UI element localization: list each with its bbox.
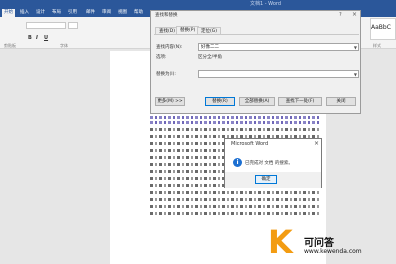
watermark-url: www.kewenda.com: [304, 248, 362, 255]
tab-mailings[interactable]: 邮件: [86, 9, 95, 17]
tab-view[interactable]: 视图: [118, 9, 127, 17]
find-next-button[interactable]: 查找下一处(F): [278, 97, 322, 106]
chevron-down-icon[interactable]: ▼: [354, 44, 357, 51]
document-text-line: [150, 198, 320, 201]
chevron-down-icon[interactable]: ▼: [354, 71, 357, 78]
tab-layout[interactable]: 布局: [52, 9, 61, 17]
document-text-line: [150, 128, 320, 131]
message-text: 已完成对 文档 的搜索。: [245, 161, 293, 166]
document-text-line: [150, 116, 320, 119]
watermark-logo-icon: K: [268, 223, 293, 261]
ok-button[interactable]: 确定: [255, 175, 277, 184]
close-icon[interactable]: ×: [314, 140, 319, 147]
watermark-name: 可问答: [304, 238, 334, 249]
message-box-title: Microsoft Word: [231, 141, 269, 147]
document-text-line: [150, 212, 320, 215]
close-button[interactable]: 关闭: [326, 97, 356, 106]
tab-design[interactable]: 设计: [36, 9, 45, 17]
replace-button[interactable]: 替换(R): [205, 97, 235, 106]
find-what-label: 查找内容(N):: [156, 45, 183, 50]
styles-group-label: 样式: [373, 43, 381, 48]
italic-button[interactable]: I: [36, 35, 38, 41]
window-title: 文档1 - Word: [250, 1, 282, 7]
font-size-combo[interactable]: [68, 22, 78, 29]
help-icon[interactable]: ?: [339, 12, 342, 18]
document-text-line: [150, 205, 320, 208]
watermark: K 可问答 www.kewenda.com: [268, 226, 396, 264]
dialog-title: 查找和替换: [155, 13, 178, 18]
style-sample: AaBbC: [371, 24, 391, 31]
tab-home[interactable]: 开始: [2, 9, 15, 17]
tab-insert[interactable]: 插入: [20, 9, 29, 17]
tab-review[interactable]: 审阅: [102, 9, 111, 17]
options-value: 区分全/半角: [198, 55, 223, 60]
replace-all-button[interactable]: 全部替换(A): [239, 97, 275, 106]
find-what-input[interactable]: 好像二二 ▼: [198, 43, 359, 51]
clipboard-group-label: 剪贴板: [4, 43, 16, 48]
message-box: Microsoft Word × i 已完成对 文档 的搜索。 确定: [224, 138, 322, 188]
options-label: 选项:: [156, 55, 167, 60]
document-text-line: [150, 191, 320, 194]
find-what-value: 好像二二: [201, 45, 219, 50]
font-group-label: 字体: [60, 43, 68, 48]
more-button[interactable]: 更多(M) >>: [155, 97, 185, 106]
document-text-line: [150, 121, 320, 124]
replace-with-label: 替换为(I):: [156, 72, 176, 77]
underline-button[interactable]: U: [44, 35, 48, 41]
close-icon[interactable]: ×: [352, 11, 357, 18]
word-titlebar: [0, 0, 396, 9]
replace-with-input[interactable]: ▼: [198, 70, 359, 78]
font-name-combo[interactable]: [26, 22, 66, 29]
tab-references[interactable]: 引用: [68, 9, 77, 17]
tab-help[interactable]: 帮助: [134, 9, 143, 17]
bold-button[interactable]: B: [28, 35, 32, 41]
info-icon: i: [233, 158, 242, 167]
